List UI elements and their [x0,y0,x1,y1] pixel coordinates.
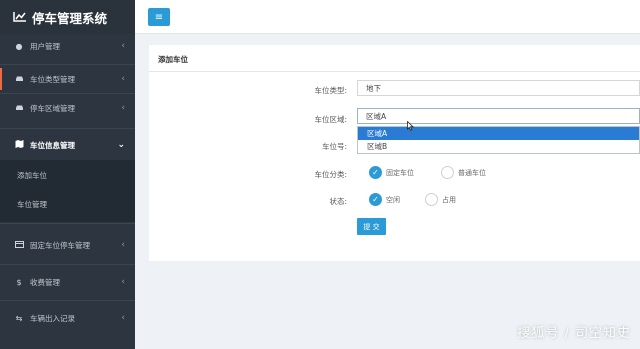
sidebar-item-parking-areas[interactable]: 停车区域管理 ‹ [0,98,135,118]
sidebar-item-label: 收费管理 [30,277,60,287]
sidebar-item-billing[interactable]: $ 收费管理 ‹ [0,272,135,292]
dollar-icon: $ [16,277,22,287]
submenu-item-add-space[interactable]: 添加车位 [17,170,47,181]
car-icon [14,104,24,113]
panel-title: 添加车位 [158,55,188,64]
map-icon [14,140,24,150]
watermark: 搜狐号 / 司空知史 [517,326,631,341]
radio-label: 占用 [442,195,456,204]
space-type-value: 地下 [366,83,381,93]
app-title: 停车管理系统 [32,10,108,26]
area-option[interactable]: 区域A [358,127,639,140]
category-radio-normal[interactable]: 普通车位 [441,166,486,179]
sidebar: 停车管理系统 ● 用户管理 ‹ 车位类型管理 ‹ 停车区域管理 ‹ 车位信息管理… [0,0,135,349]
divider [0,93,135,94]
chevron-left-icon: ‹ [121,103,125,113]
user-icon: ● [15,41,23,51]
space-type-label: 车位类型: [314,86,347,95]
divider [0,128,135,129]
car-icon [14,75,24,84]
sidebar-item-label: 车位信息管理 [30,140,75,150]
space-number-label: 车位号: [321,142,347,151]
submenu: 添加车位 车位管理 [0,160,135,222]
sidebar-item-label: 停车区域管理 [30,103,75,113]
radio-label: 固定车位 [386,168,414,177]
mouse-cursor-icon [407,120,414,134]
menu-toggle-button[interactable]: ≡ [148,8,170,26]
space-area-select[interactable]: 区域A [357,108,640,124]
sidebar-item-fixed-space-parking[interactable]: 固定车位停车管理 ‹ [0,235,135,255]
chart-logo-icon [13,10,27,25]
swap-icon: ⇆ [15,313,23,323]
divider [149,71,640,72]
radio-label: 空闲 [386,195,400,204]
radio-label: 普通车位 [458,168,486,177]
space-area-label: 车位区域: [314,115,347,124]
divider [0,264,135,265]
chevron-left-icon: ‹ [121,41,125,51]
chevron-left-icon: ‹ [121,277,125,287]
status-radio-occupied[interactable]: 占用 [425,193,456,206]
divider [0,64,135,65]
submenu-item-manage-spaces[interactable]: 车位管理 [17,199,47,210]
status-radio-free[interactable]: ✓ 空闲 [369,193,400,206]
chevron-left-icon: ‹ [121,74,125,84]
sidebar-item-label: 车位类型管理 [30,74,75,84]
radio-empty-icon [441,166,454,179]
app-brand[interactable]: 停车管理系统 [0,0,135,34]
status-label: 状态: [329,197,347,206]
chevron-down-icon: ⌄ [117,140,125,150]
divider [0,300,135,301]
top-bar: ≡ [135,0,640,34]
sidebar-item-label: 固定车位停车管理 [30,240,90,250]
divider [0,223,135,224]
space-area-value: 区域A [366,111,387,121]
checkmark-icon: ✓ [369,193,382,206]
sidebar-item-space-info[interactable]: 车位信息管理 ⌄ [0,134,135,156]
space-category-label: 车位分类: [314,170,347,179]
category-radio-fixed[interactable]: ✓ 固定车位 [369,166,414,179]
sidebar-item-label: 用户管理 [30,41,60,51]
submit-button[interactable]: 提 交 [357,218,386,235]
chevron-left-icon: ‹ [121,313,125,323]
space-type-select[interactable]: 地下 [357,80,640,96]
checkmark-icon: ✓ [369,166,382,179]
sidebar-item-vehicle-records[interactable]: ⇆ 车辆出入记录 ‹ [0,308,135,328]
area-option[interactable]: 区域B [358,140,639,153]
sidebar-item-users[interactable]: ● 用户管理 ‹ [0,36,135,56]
radio-empty-icon [425,193,438,206]
chevron-left-icon: ‹ [121,240,125,250]
sidebar-item-label: 车辆出入记录 [30,313,75,323]
sidebar-item-space-types[interactable]: 车位类型管理 ‹ [0,69,135,89]
card-icon [14,240,24,250]
space-area-dropdown: 区域A 区域B [357,126,640,154]
hamburger-icon: ≡ [154,11,164,23]
